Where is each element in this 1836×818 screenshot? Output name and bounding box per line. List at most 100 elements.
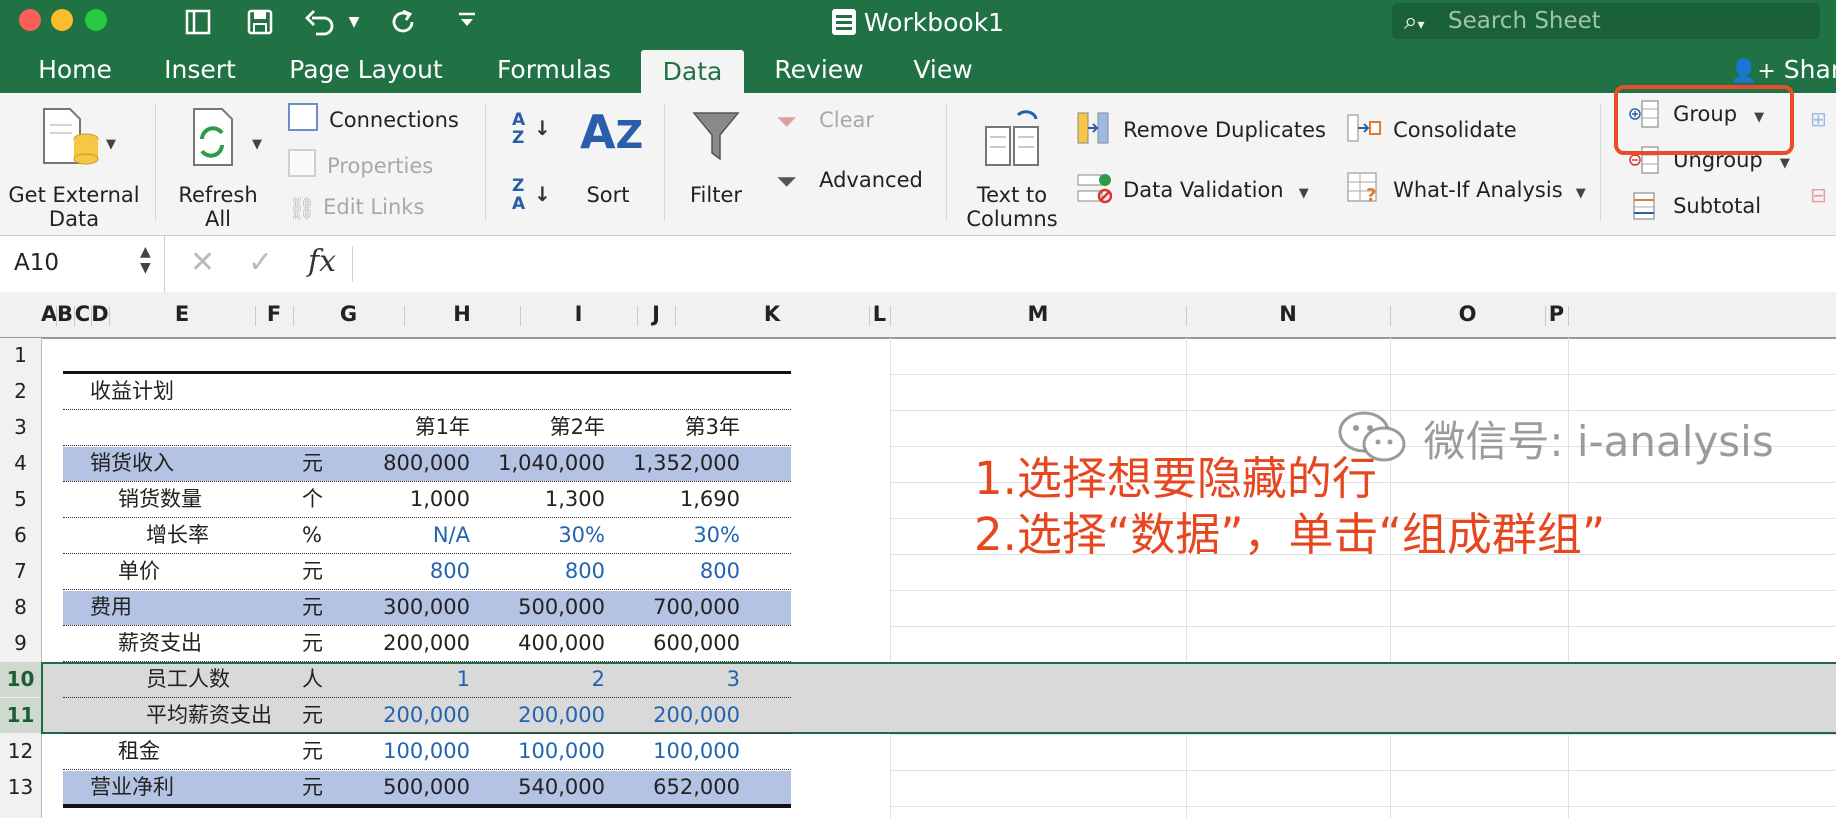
ribbon-separator <box>946 103 947 221</box>
window-title-text: Workbook1 <box>863 8 1005 37</box>
consolidate-button[interactable]: Consolidate <box>1346 111 1517 145</box>
properties-button[interactable]: Properties <box>288 149 433 179</box>
what-if-dropdown-icon[interactable]: ▼ <box>1576 186 1586 201</box>
sort-button[interactable]: AZ Sort <box>570 99 646 229</box>
name-box-value: A10 <box>14 250 60 276</box>
value-cell[interactable]: 200,000 <box>340 626 470 661</box>
unit-cell[interactable]: % <box>302 518 322 553</box>
remove-duplicates-button[interactable]: Remove Duplicates <box>1076 111 1326 145</box>
value-cell[interactable]: 500,000 <box>475 590 605 625</box>
unit-cell[interactable]: 人 <box>302 662 323 697</box>
worksheet-grid[interactable]: ABCDEFGHIJKLMNOP 1 2 3 4 5 6 7 8 9 10 11 12 13 收益计划第… <box>0 292 1836 818</box>
value-cell[interactable]: 200,000 <box>475 698 605 733</box>
value-cell[interactable]: 800,000 <box>340 446 470 481</box>
cancel-formula-icon[interactable]: ✕ <box>190 246 215 280</box>
value-cell[interactable]: 3 <box>610 662 740 697</box>
value-cell[interactable]: 800 <box>475 554 605 589</box>
get-external-data-button[interactable]: ▼ Get External Data <box>6 99 146 231</box>
sort-z-to-a-button[interactable]: Z A ↓ <box>512 176 551 214</box>
tab-page-layout[interactable]: Page Layout <box>278 47 454 93</box>
value-cell[interactable]: 600,000 <box>610 626 740 661</box>
clear-filter-button[interactable]: ⏷ Clear <box>776 107 874 138</box>
value-cell[interactable]: 2 <box>475 662 605 697</box>
value-cell[interactable]: 540,000 <box>475 770 605 805</box>
confirm-formula-icon[interactable]: ✓ <box>248 246 273 280</box>
connections-button[interactable]: Connections <box>288 103 459 133</box>
tab-review[interactable]: Review <box>764 47 874 93</box>
value-cell[interactable]: 652,000 <box>610 770 740 805</box>
row-label[interactable]: 薪资支出 <box>118 626 202 661</box>
tab-view[interactable]: View <box>898 47 988 93</box>
tab-data[interactable]: Data <box>641 50 744 93</box>
value-cell[interactable]: 800 <box>340 554 470 589</box>
unit-cell[interactable]: 元 <box>302 590 323 625</box>
subtotal-button[interactable]: Subtotal <box>1628 191 1761 221</box>
refresh-all-button[interactable]: ▼ Refresh All <box>168 99 268 231</box>
value-cell[interactable]: 1,690 <box>610 482 740 517</box>
search-sheet-box[interactable]: ⌕▾ Search Sheet <box>1392 3 1820 39</box>
annotation-step-2: 2.选择“数据”，单击“组成群组” <box>974 508 1606 561</box>
value-cell[interactable]: 200,000 <box>340 698 470 733</box>
unit-cell[interactable]: 元 <box>302 770 323 805</box>
search-placeholder: Search Sheet <box>1448 8 1601 34</box>
value-cell[interactable]: 1,352,000 <box>610 446 740 481</box>
row-label[interactable]: 增长率 <box>146 518 209 553</box>
show-detail-icon[interactable]: ⊞ <box>1810 107 1827 131</box>
add-person-icon: 👤+ <box>1730 59 1776 84</box>
year-header: 第1年 <box>414 415 470 439</box>
what-if-analysis-button[interactable]: ? What-If Analysis ▼ <box>1346 171 1586 206</box>
unit-cell[interactable]: 元 <box>302 734 323 769</box>
unit-cell[interactable]: 元 <box>302 446 323 481</box>
value-cell[interactable]: 100,000 <box>475 734 605 769</box>
filter-button[interactable]: Filter <box>676 99 756 229</box>
row-dotted-divider <box>63 409 791 410</box>
value-cell[interactable]: 100,000 <box>340 734 470 769</box>
row-label[interactable]: 销货收入 <box>90 446 174 481</box>
unit-cell[interactable]: 元 <box>302 626 323 661</box>
row-label[interactable]: 费用 <box>90 590 132 625</box>
refresh-dropdown-icon[interactable]: ▼ <box>252 135 262 155</box>
value-cell[interactable]: N/A <box>340 518 470 553</box>
hide-detail-icon[interactable]: ⊟ <box>1810 183 1827 207</box>
value-cell[interactable]: 300,000 <box>340 590 470 625</box>
ungroup-dropdown-icon[interactable]: ▼ <box>1780 156 1790 171</box>
value-cell[interactable]: 400,000 <box>475 626 605 661</box>
tab-formulas[interactable]: Formulas <box>484 47 624 93</box>
database-icon <box>40 105 100 173</box>
row-label[interactable]: 营业净利 <box>90 770 174 805</box>
row-label[interactable]: 员工人数 <box>146 662 230 697</box>
value-cell[interactable]: 100,000 <box>610 734 740 769</box>
name-box-stepper-icon[interactable]: ▲ ▼ <box>140 244 151 276</box>
unit-cell[interactable]: 元 <box>302 698 323 733</box>
data-validation-dropdown-icon[interactable]: ▼ <box>1299 186 1309 201</box>
formula-input[interactable] <box>366 248 1816 280</box>
value-cell[interactable]: 30% <box>475 518 605 553</box>
row-label[interactable]: 平均薪资支出 <box>146 698 272 733</box>
row-label[interactable]: 销货数量 <box>118 482 202 517</box>
value-cell[interactable]: 700,000 <box>610 590 740 625</box>
sort-a-to-z-button[interactable]: A Z ↓ <box>512 111 551 147</box>
value-cell[interactable]: 1,000 <box>340 482 470 517</box>
tab-insert[interactable]: Insert <box>150 47 250 93</box>
edit-links-button[interactable]: ⛓ Edit Links <box>288 194 424 222</box>
insert-function-button[interactable]: fx <box>308 244 336 280</box>
sort-descending-icon: Z A ↓ <box>512 176 551 214</box>
advanced-filter-button[interactable]: ⏷ Advanced <box>776 167 923 198</box>
name-box[interactable]: A10 ▲ ▼ <box>0 236 165 292</box>
value-cell[interactable]: 800 <box>610 554 740 589</box>
data-validation-button[interactable]: Data Validation ▼ <box>1076 171 1309 205</box>
row-label[interactable]: 单价 <box>118 554 160 589</box>
unit-cell[interactable]: 元 <box>302 554 323 589</box>
text-to-columns-button[interactable]: Text to Columns <box>960 99 1064 231</box>
unit-cell[interactable]: 个 <box>302 482 323 517</box>
value-cell[interactable]: 1,300 <box>475 482 605 517</box>
value-cell[interactable]: 200,000 <box>610 698 740 733</box>
value-cell[interactable]: 500,000 <box>340 770 470 805</box>
row-label[interactable]: 租金 <box>118 734 160 769</box>
value-cell[interactable]: 1 <box>340 662 470 697</box>
value-cell[interactable]: 1,040,000 <box>475 446 605 481</box>
what-if-analysis-label: What-If Analysis <box>1393 178 1563 202</box>
tab-home[interactable]: Home <box>20 47 130 93</box>
get-external-data-dropdown-icon[interactable]: ▼ <box>106 135 116 155</box>
value-cell[interactable]: 30% <box>610 518 740 553</box>
